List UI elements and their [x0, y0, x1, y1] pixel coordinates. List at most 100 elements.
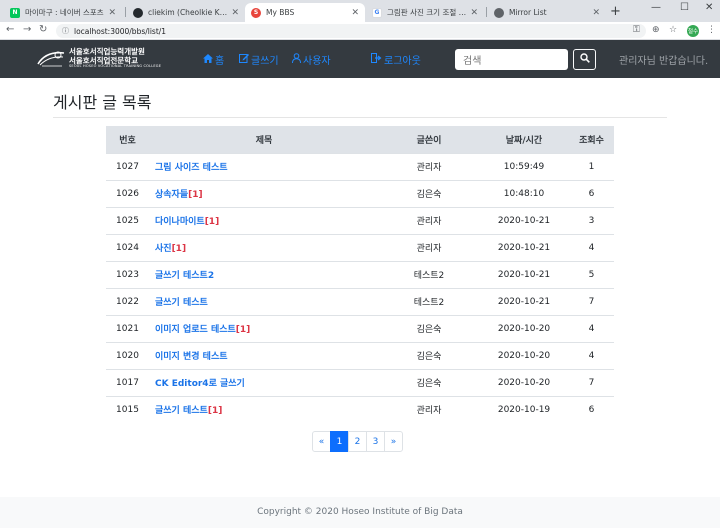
post-title-link[interactable]: 상속자들 [155, 190, 188, 200]
close-window-icon[interactable]: ✕ [705, 2, 713, 13]
site-navbar: 서울호서직업능력개발원 서울호서직업전문학교 SEOUL HOSEO VOCAT… [0, 40, 720, 78]
comment-count: [1] [204, 217, 220, 227]
header-views: 조회수 [569, 126, 614, 153]
nav-logout-link[interactable]: 로그아웃 [371, 52, 421, 67]
post-title-link[interactable]: CK Editor4로 글쓰기 [155, 379, 245, 389]
page-prev-button[interactable]: « [312, 431, 331, 452]
comment-count: [1] [207, 406, 223, 417]
post-date: 10:48:10 [479, 179, 569, 207]
post-title-cell: 이미지 변경 테스트 [149, 341, 379, 369]
nav-users-link[interactable]: 사용자 [292, 52, 331, 67]
post-title-link[interactable]: 글쓰기 테스트2 [155, 271, 214, 281]
post-number: 1017 [106, 368, 149, 396]
post-title-link[interactable]: 이미지 변경 테스트 [155, 352, 228, 362]
post-date: 2020-10-21 [479, 260, 569, 288]
post-views: 1 [569, 152, 614, 180]
url-text: localhost:3000/bbs/list/1 [74, 26, 167, 36]
page-3-button[interactable]: 3 [366, 431, 385, 452]
post-title-link[interactable]: 사진 [155, 244, 172, 254]
post-title-cell: 글쓰기 테스트[1] [149, 395, 379, 423]
logo-text: 서울호서직업능력개발원 서울호서직업전문학교 SEOUL HOSEO VOCAT… [69, 48, 161, 69]
page-title: 게시판 글 목록 [53, 93, 152, 112]
post-views: 4 [569, 341, 614, 369]
search-input[interactable] [455, 49, 568, 70]
post-date: 2020-10-21 [479, 206, 569, 234]
minimize-icon[interactable]: — [651, 2, 661, 13]
bookmark-star-icon[interactable]: ☆ [669, 25, 677, 35]
post-date: 2020-10-20 [479, 341, 569, 369]
page-next-button[interactable]: » [384, 431, 403, 452]
post-title-cell: 다이나마이트[1] [149, 206, 379, 234]
browser-tab[interactable]: G 그림판 사진 크기 조절 - Google ✕ [366, 3, 484, 22]
post-title-cell: 사진[1] [149, 233, 379, 261]
browser-tab-active[interactable]: S My BBS ✕ [245, 3, 365, 22]
post-title-link[interactable]: 그림 사이즈 테스트 [155, 163, 228, 173]
post-author: 김은숙 [379, 368, 479, 396]
close-tab-icon[interactable]: ✕ [231, 8, 239, 18]
post-number: 1021 [106, 314, 149, 342]
footer-copyright: Copyright © 2020 Hoseo Institute of Big … [0, 497, 720, 528]
site-logo[interactable]: 서울호서직업능력개발원 서울호서직업전문학교 SEOUL HOSEO VOCAT… [36, 48, 161, 69]
nav-home-link[interactable]: 홈 [203, 52, 224, 67]
table-row: 1023 글쓰기 테스트2 테스트2 2020-10-21 5 [106, 260, 614, 288]
post-title-link[interactable]: 글쓰기 테스트 [155, 298, 208, 308]
forward-arrow-icon[interactable]: → [23, 24, 31, 35]
browser-menu-icon[interactable]: ⋮ [707, 25, 716, 35]
profile-avatar[interactable]: 철수 [687, 25, 699, 37]
post-number: 1025 [106, 206, 149, 234]
table-row: 1021 이미지 업로드 테스트[1] 김은숙 2020-10-20 4 [106, 314, 614, 342]
info-icon[interactable]: ⓘ [62, 26, 69, 36]
post-title-link[interactable]: 글쓰기 테스트 [155, 406, 208, 416]
new-tab-icon[interactable]: + [610, 4, 621, 19]
table-header-row: 번호 제목 글쓴이 날짜/시간 조회수 [106, 126, 614, 153]
header-title: 제목 [149, 126, 379, 153]
nav-write-link[interactable]: 글쓰기 [239, 52, 279, 67]
globe-favicon-icon [494, 7, 504, 18]
post-author: 관리자 [379, 206, 479, 234]
tab-divider [125, 7, 126, 17]
close-tab-icon[interactable]: ✕ [351, 8, 359, 18]
post-number: 1015 [106, 395, 149, 423]
header-no: 번호 [106, 126, 149, 153]
logo-line3: SEOUL HOSEO VOCATIONAL TRAINING COLLEGE [69, 64, 162, 68]
browser-tab[interactable]: N 마이마구 : 네이버 스포츠 ✕ [4, 3, 122, 22]
comment-count: [1] [188, 190, 203, 200]
address-bar[interactable]: ⓘ localhost:3000/bbs/list/1 [56, 24, 646, 38]
back-arrow-icon[interactable]: ← [6, 24, 14, 35]
close-tab-icon[interactable]: ✕ [470, 8, 478, 18]
header-author: 글쓴이 [379, 126, 479, 153]
post-title-cell: 상속자들[1] [149, 179, 379, 207]
table-row: 1027 그림 사이즈 테스트 관리자 10:59:49 1 [106, 152, 614, 180]
browser-tab[interactable]: Mirror List ✕ [488, 3, 606, 22]
post-title-link[interactable]: 다이나마이트 [155, 217, 205, 227]
page-2-button[interactable]: 2 [348, 431, 367, 452]
nav-home-label: 홈 [215, 56, 225, 67]
close-tab-icon[interactable]: ✕ [592, 8, 600, 18]
post-views: 4 [569, 233, 614, 261]
table-row: 1020 이미지 변경 테스트 김은숙 2020-10-20 4 [106, 341, 614, 369]
post-views: 7 [569, 287, 614, 315]
key-icon[interactable]: ⚿ [633, 25, 640, 35]
post-date: 10:59:49 [479, 152, 569, 180]
post-title-link[interactable]: 이미지 업로드 테스트 [155, 325, 236, 335]
close-tab-icon[interactable]: ✕ [108, 8, 116, 18]
post-author: 테스트2 [379, 287, 479, 315]
search-button[interactable] [573, 49, 596, 70]
maximize-icon[interactable]: ☐ [680, 2, 689, 13]
logo-emblem-icon [36, 49, 66, 67]
page-1-button[interactable]: 1 [330, 431, 349, 452]
browser-tab-title: cliekim (Cheolkie Kim) [148, 8, 228, 17]
search-icon [579, 53, 590, 66]
post-author: 관리자 [379, 233, 479, 261]
post-author: 김은숙 [379, 341, 479, 369]
user-greeting: 관리자님 반갑습니다. [619, 56, 709, 67]
browser-tab[interactable]: cliekim (Cheolkie Kim) ✕ [127, 3, 245, 22]
zoom-icon[interactable]: ⊕ [652, 25, 660, 35]
post-author: 테스트2 [379, 260, 479, 288]
logo-line2: 서울호서직업전문학교 [69, 55, 138, 65]
reload-icon[interactable]: ↻ [39, 24, 47, 35]
browser-toolbar: ← → ↻ ⓘ localhost:3000/bbs/list/1 ⚿ ⊕ ☆ … [0, 22, 720, 40]
browser-tab-title: 마이마구 : 네이버 스포츠 [25, 8, 104, 17]
naver-favicon-icon: N [10, 7, 20, 18]
tab-divider [486, 7, 487, 17]
